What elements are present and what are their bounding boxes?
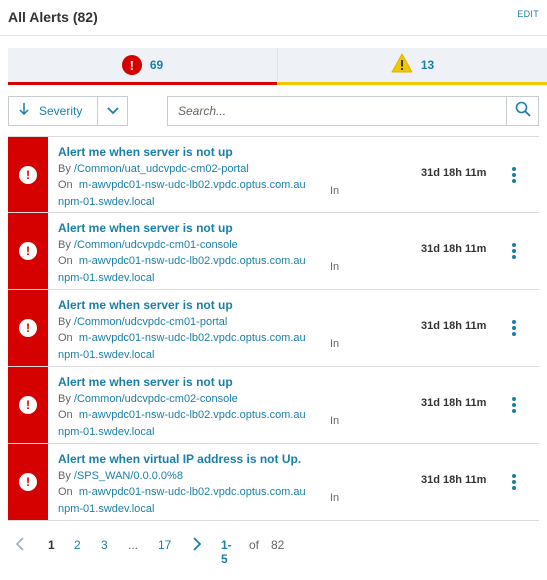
by-label: By: [58, 469, 71, 482]
alert-duration: 31d 18h 11m: [421, 167, 487, 179]
alert-duration: 31d 18h 11m: [421, 243, 487, 255]
critical-icon: !: [19, 165, 37, 184]
more-options-icon[interactable]: [509, 164, 519, 186]
in-label: In: [330, 415, 340, 427]
page-range: 1-5: [221, 538, 232, 566]
by-label: By: [58, 238, 71, 251]
edit-link[interactable]: EDIT: [517, 9, 539, 19]
warning-count: 13: [420, 58, 435, 72]
alert-row[interactable]: ! Alert me when server is not up By /Com…: [8, 136, 539, 213]
search-box: [167, 96, 539, 126]
alert-source-link[interactable]: /Common/udcvpdc-cm01-portal: [74, 316, 227, 328]
header: All Alerts (82) EDIT: [0, 0, 547, 36]
severity-tabs: ! 69 13: [8, 48, 547, 85]
warning-icon: [391, 53, 413, 78]
severity-bar: !: [8, 367, 48, 443]
page-of-label: of: [249, 538, 260, 552]
alert-name-link[interactable]: Alert me when server is not up: [58, 297, 358, 314]
arrow-down-icon: [19, 102, 29, 120]
severity-bar: !: [8, 290, 48, 366]
more-options-icon[interactable]: [509, 394, 519, 416]
more-options-icon[interactable]: [509, 240, 519, 262]
page-title: All Alerts (82): [8, 9, 98, 25]
alert-name-link[interactable]: Alert me when server is not up: [58, 220, 358, 237]
alert-name-link[interactable]: Alert me when virtual IP address is not …: [58, 451, 358, 468]
alert-server-link[interactable]: npm-01.swdev.local: [58, 272, 154, 284]
alert-source-link[interactable]: /Common/udcvpdc-cm01-console: [74, 239, 238, 251]
in-label: In: [330, 492, 340, 504]
on-label: On: [58, 179, 73, 191]
severity-bar: !: [8, 444, 48, 520]
critical-icon: !: [19, 242, 37, 260]
alert-name-link[interactable]: Alert me when server is not up: [58, 144, 358, 161]
alert-row[interactable]: ! Alert me when virtual IP address is no…: [8, 444, 539, 521]
alert-source-link[interactable]: /Common/uat_udcvpdc-cm02-portal: [74, 163, 249, 175]
page-2[interactable]: 2: [74, 538, 81, 552]
alert-node-link[interactable]: m-awvpdc01-nsw-udc-lb02.vpdc.optus.com.a…: [79, 179, 306, 191]
chevron-right-icon[interactable]: [193, 537, 202, 554]
alert-server-link[interactable]: npm-01.swdev.local: [58, 349, 154, 361]
alert-node-link[interactable]: m-awvpdc01-nsw-udc-lb02.vpdc.optus.com.a…: [79, 332, 306, 344]
alert-server-link[interactable]: npm-01.swdev.local: [58, 426, 154, 438]
tab-critical[interactable]: ! 69: [8, 48, 277, 85]
alert-node-link[interactable]: m-awvpdc01-nsw-udc-lb02.vpdc.optus.com.a…: [79, 486, 306, 498]
on-label: On: [58, 255, 73, 267]
in-label: In: [330, 338, 340, 350]
search-input[interactable]: [168, 97, 506, 125]
on-label: On: [58, 486, 73, 498]
alert-node-link[interactable]: m-awvpdc01-nsw-udc-lb02.vpdc.optus.com.a…: [79, 409, 306, 421]
severity-bar: !: [8, 213, 48, 289]
alert-node-link[interactable]: m-awvpdc01-nsw-udc-lb02.vpdc.optus.com.a…: [79, 255, 306, 267]
chevron-left-icon[interactable]: [15, 537, 24, 554]
in-label: In: [330, 185, 340, 197]
alert-row[interactable]: ! Alert me when server is not up By /Com…: [8, 367, 539, 444]
critical-icon: !: [19, 473, 37, 491]
by-label: By: [58, 162, 71, 175]
more-options-icon[interactable]: [509, 317, 519, 339]
page-ellipsis: ...: [128, 538, 139, 552]
tab-warning[interactable]: 13: [277, 48, 547, 85]
chevron-down-icon: [106, 102, 119, 120]
alert-duration: 31d 18h 11m: [421, 397, 487, 409]
alert-list: ! Alert me when server is not up By /Com…: [8, 136, 539, 521]
more-options-icon[interactable]: [509, 471, 519, 493]
on-label: On: [58, 332, 73, 344]
critical-icon: !: [121, 55, 142, 75]
sort-button[interactable]: Severity: [9, 97, 97, 125]
page-1[interactable]: 1: [48, 538, 55, 552]
by-label: By: [58, 315, 71, 328]
sort-label: Severity: [39, 104, 83, 118]
sort-control: Severity: [8, 96, 128, 126]
critical-icon: !: [19, 396, 37, 414]
alert-duration: 31d 18h 11m: [421, 320, 487, 332]
critical-icon: !: [19, 319, 37, 337]
sort-dropdown-button[interactable]: [97, 97, 127, 125]
on-label: On: [58, 409, 73, 421]
alert-source-link[interactable]: /Common/udcvpdc-cm02-console: [74, 393, 238, 405]
critical-count: 69: [149, 58, 164, 72]
search-icon: [515, 101, 531, 122]
page-17[interactable]: 17: [158, 538, 171, 552]
severity-bar: !: [8, 137, 48, 212]
in-label: In: [330, 261, 340, 273]
alert-row[interactable]: ! Alert me when server is not up By /Com…: [8, 213, 539, 290]
alert-name-link[interactable]: Alert me when server is not up: [58, 374, 358, 391]
alert-source-link[interactable]: /SPS_WAN/0.0.0.0%8: [74, 470, 183, 482]
page-total: 82: [271, 538, 285, 552]
alert-server-link[interactable]: npm-01.swdev.local: [58, 196, 154, 208]
alert-duration: 31d 18h 11m: [421, 474, 487, 486]
alert-server-link[interactable]: npm-01.swdev.local: [58, 503, 154, 515]
page-3[interactable]: 3: [101, 538, 108, 552]
by-label: By: [58, 392, 71, 405]
search-button[interactable]: [506, 97, 538, 125]
alert-row[interactable]: ! Alert me when server is not up By /Com…: [8, 290, 539, 367]
